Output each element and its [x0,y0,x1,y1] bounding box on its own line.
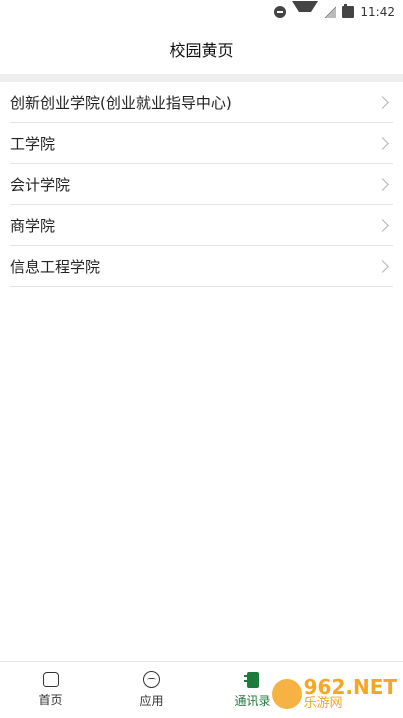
list-item[interactable]: 信息工程学院 [10,246,393,287]
tab-contacts-label: 通讯录 [234,693,271,708]
contacts-icon [243,671,259,688]
home-icon [42,672,59,687]
list-item[interactable]: 会计学院 [10,164,393,205]
do-not-disturb-icon [274,6,287,18]
apps-icon [143,671,160,688]
tab-home-label: 首页 [38,693,63,707]
department-list: 创新创业学院(创业就业指导中心) 工学院 会计学院 商学院 信息工程学院 [10,82,393,287]
chevron-right-icon [376,259,389,273]
chevron-right-icon [376,177,389,191]
watermark-bottom-text: 乐游网 [303,696,343,711]
status-bar: 11:42 [0,0,403,24]
page-header: 校园黄页 [0,24,403,74]
page-title: 校园黄页 [169,41,234,60]
chevron-right-icon [376,95,389,109]
list-item-label: 商学院 [10,216,56,235]
no-signal-icon [324,6,337,18]
wifi-icon [292,0,319,24]
tab-home[interactable]: 首页 [0,662,101,718]
list-item[interactable]: 商学院 [10,205,393,246]
watermark-ball-icon [271,678,302,709]
chevron-right-icon [376,218,389,232]
status-time: 11:42 [360,5,395,19]
list-item-label: 信息工程学院 [10,257,101,276]
list-item-label: 创新创业学院(创业就业指导中心) [10,93,232,112]
list-item[interactable]: 工学院 [10,123,393,164]
list-item-label: 工学院 [10,134,56,153]
watermark-logo: 962.NET 乐游网 [271,675,397,711]
watermark-top-text: 962.NET [303,675,397,699]
chevron-right-icon [376,136,389,150]
battery-icon [342,4,355,18]
tab-apps[interactable]: 应用 [101,662,202,718]
tab-apps-label: 应用 [139,694,164,708]
header-divider [0,74,403,82]
list-item-label: 会计学院 [10,175,71,194]
list-item[interactable]: 创新创业学院(创业就业指导中心) [10,82,393,123]
